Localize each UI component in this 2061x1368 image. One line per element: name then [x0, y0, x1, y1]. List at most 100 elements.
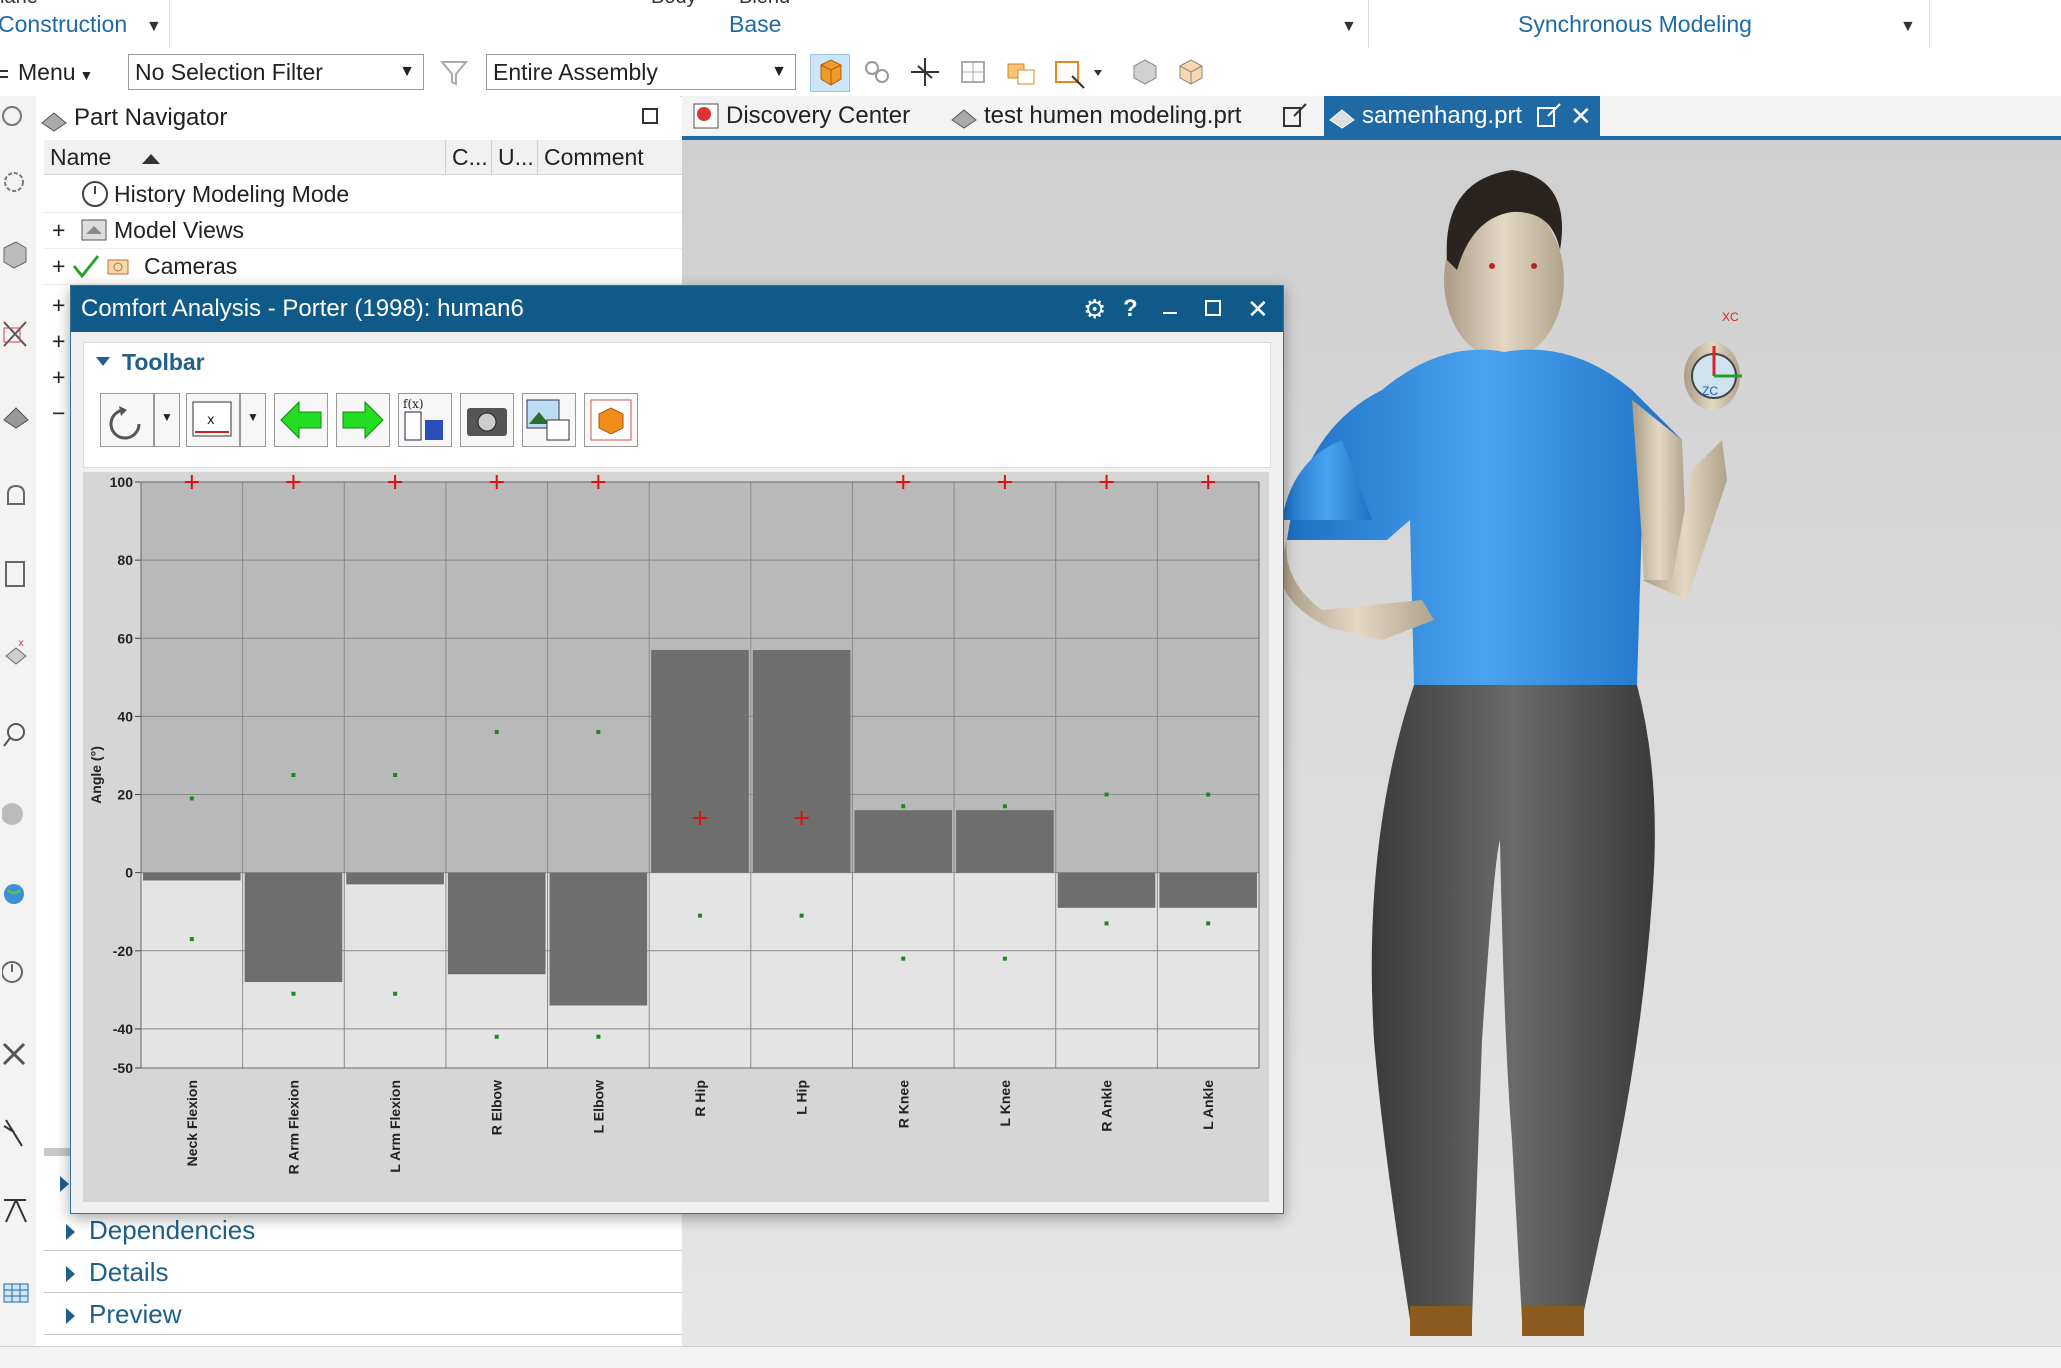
expand-icon[interactable]: + — [52, 364, 65, 391]
tab-samenhang[interactable]: samenhang.prt ✕ — [1324, 96, 1600, 136]
column-name[interactable]: Name — [44, 140, 446, 174]
selection-scope-dropdown[interactable]: Entire Assembly ▼ — [486, 54, 796, 90]
x-category-label: L Arm Flexion — [387, 1080, 403, 1173]
navigator-column-header: Name C... U... Comment — [44, 140, 698, 175]
reset-button[interactable] — [100, 393, 154, 447]
bar-l-knee — [956, 810, 1054, 873]
snap-grid-icon[interactable] — [954, 54, 992, 90]
dialog-title: Comfort Analysis - Porter (1998): human6 — [81, 295, 524, 322]
tree-row-model-views[interactable]: + Model Views — [44, 212, 698, 249]
sketch-icon[interactable] — [2, 1192, 32, 1228]
svg-text:x: x — [18, 638, 24, 649]
modified-icon[interactable] — [1536, 102, 1562, 143]
close-icon[interactable]: ✕ — [1570, 96, 1592, 136]
expand-icon[interactable]: + — [52, 212, 65, 248]
search-icon[interactable] — [2, 716, 32, 752]
section-label: Dependencies — [89, 1215, 256, 1245]
part-navigator-header: Part Navigator — [36, 96, 680, 140]
y-tick-label: 80 — [117, 552, 133, 568]
camera-snapshot-button[interactable] — [460, 393, 514, 447]
function-info-button[interactable]: f(x) — [398, 393, 452, 447]
previous-button[interactable] — [274, 393, 328, 447]
chevron-down-icon[interactable]: ▼ — [1900, 18, 1916, 36]
cutoff-label: Blend — [739, 0, 790, 9]
maximize-icon[interactable] — [642, 108, 658, 124]
hd3d-tools-icon[interactable]: x — [2, 636, 32, 672]
tools-icon[interactable] — [2, 1036, 32, 1072]
web-browser-icon[interactable] — [2, 876, 32, 912]
reuse-library-icon[interactable] — [2, 556, 32, 592]
close-icon[interactable]: ✕ — [1247, 286, 1269, 332]
axis-options-dropdown[interactable]: ▼ — [240, 393, 266, 447]
limit-marker-dot — [901, 956, 906, 961]
collapse-icon[interactable]: − — [52, 400, 65, 427]
gear-icon[interactable] — [2, 98, 32, 134]
chart-axis-button[interactable]: x — [186, 393, 240, 447]
chevron-down-icon: ▼ — [247, 410, 259, 424]
maximize-icon[interactable] — [1205, 300, 1221, 316]
section-expand-icon[interactable] — [60, 1176, 69, 1192]
modified-icon[interactable] — [1282, 102, 1308, 143]
chevron-down-icon[interactable]: ▼ — [146, 18, 162, 36]
snap-point-icon[interactable] — [906, 54, 944, 90]
expand-icon[interactable]: + — [52, 248, 65, 284]
limit-marker-dot — [494, 730, 499, 735]
section-details[interactable]: Details — [44, 1252, 698, 1293]
select-bodies-icon[interactable] — [810, 54, 850, 92]
selection-mode-dropdown[interactable] — [1050, 54, 1108, 90]
expand-icon[interactable]: + — [52, 328, 65, 355]
tree-row-history-mode[interactable]: History Modeling Mode — [44, 176, 698, 213]
limit-marker-dot — [189, 796, 194, 801]
chevron-down-icon[interactable]: ▼ — [1341, 18, 1357, 36]
display-model-button[interactable] — [584, 393, 638, 447]
export-image-button[interactable] — [522, 393, 576, 447]
table-icon[interactable] — [2, 1276, 32, 1312]
menu-button[interactable]: Menu ▼ — [0, 54, 93, 90]
bar-r-ankle — [1057, 872, 1156, 908]
column-current[interactable]: C... — [446, 140, 492, 174]
ribbon-group-synchronous-modeling[interactable]: Synchronous Modeling ▼ — [1370, 0, 1930, 48]
minimize-icon[interactable] — [1163, 312, 1177, 314]
expand-icon[interactable]: + — [52, 292, 65, 319]
selection-scope-value: Entire Assembly — [493, 59, 658, 85]
limit-marker-dot — [1002, 956, 1007, 961]
select-features-icon[interactable] — [858, 54, 896, 90]
ribbon-group-base[interactable]: Body Blend Base ▼ — [171, 0, 1369, 48]
roles-gear-icon[interactable] — [2, 166, 32, 202]
y-tick-label: 60 — [117, 630, 133, 646]
assembly-navigator-icon[interactable] — [2, 316, 32, 352]
section-label: Details — [89, 1257, 169, 1287]
assembly-select-icon[interactable] — [1002, 54, 1040, 90]
tab-test-humen-modeling[interactable]: test humen modeling.prt — [946, 96, 1312, 136]
part-navigator-icon[interactable] — [2, 238, 32, 274]
section-dependencies[interactable]: Dependencies — [44, 1210, 698, 1251]
clock-icon[interactable] — [1, 954, 32, 990]
bar-l-ankle — [1159, 872, 1257, 908]
tree-row-cameras[interactable]: + Cameras — [44, 248, 698, 285]
dialog-title-bar[interactable]: Comfort Analysis - Porter (1998): human6… — [71, 286, 1283, 332]
column-comment[interactable]: Comment — [538, 140, 678, 174]
help-icon[interactable]: ? — [1123, 286, 1138, 332]
reset-options-dropdown[interactable]: ▼ — [154, 393, 180, 447]
part-navigator-title: Part Navigator — [74, 104, 228, 131]
tab-discovery-center[interactable]: Discovery Center — [686, 96, 946, 136]
column-uptodate[interactable]: U... — [492, 140, 538, 174]
selection-filter-dropdown[interactable]: No Selection Filter ▼ — [128, 54, 424, 90]
gear-icon[interactable]: ⚙ — [1083, 286, 1106, 332]
limit-marker-dot — [799, 913, 804, 918]
ribbon-group-label: Construction — [0, 11, 128, 37]
history-icon[interactable] — [1, 796, 32, 832]
constraint-navigator-icon[interactable] — [2, 396, 32, 432]
next-button[interactable] — [336, 393, 390, 447]
bell-icon[interactable] — [2, 480, 32, 516]
comfort-analysis-dialog: Comfort Analysis - Porter (1998): human6… — [70, 285, 1284, 1214]
y-tick-label: 100 — [110, 474, 134, 490]
y-tick-label: 0 — [125, 865, 133, 881]
cutoff-label: Body — [651, 0, 697, 9]
collapse-toolbar-icon[interactable] — [96, 357, 110, 366]
shaded-view-icon[interactable] — [1126, 54, 1164, 90]
filter-icon[interactable] — [438, 56, 470, 93]
section-preview[interactable]: Preview — [44, 1294, 698, 1335]
wireframe-view-icon[interactable] — [1172, 54, 1210, 90]
measure-icon[interactable] — [2, 1116, 32, 1152]
